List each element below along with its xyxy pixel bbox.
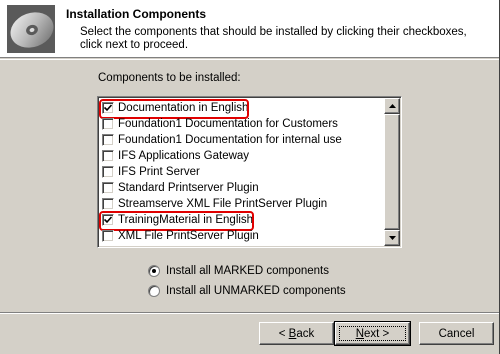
page-description: Select the components that should be ins… xyxy=(80,26,467,51)
component-checkbox[interactable] xyxy=(102,150,114,162)
footer-divider xyxy=(0,312,500,314)
next-button[interactable]: Next > xyxy=(334,321,411,346)
radio-install-unmarked[interactable]: Install all UNMARKED components xyxy=(148,285,346,297)
component-checkbox[interactable] xyxy=(102,198,114,210)
component-label: Streamserve XML File PrintServer Plugin xyxy=(118,198,328,210)
component-item[interactable]: Documentation in English xyxy=(99,99,384,119)
radio-button[interactable] xyxy=(148,285,160,297)
radio-dot xyxy=(152,269,156,273)
component-label: IFS Print Server xyxy=(118,166,200,178)
cd-disc-icon xyxy=(6,4,56,54)
component-item[interactable]: Foundation1 Documentation for internal u… xyxy=(102,132,384,148)
arrow-down-icon xyxy=(388,236,396,240)
focus-rect xyxy=(339,326,406,341)
radio-label: Install all MARKED components xyxy=(166,265,329,277)
component-item[interactable]: Standard Printserver Plugin xyxy=(102,180,384,196)
scroll-down-button[interactable] xyxy=(384,230,400,246)
radio-button[interactable] xyxy=(148,265,160,277)
component-item[interactable]: IFS Applications Gateway xyxy=(102,148,384,164)
arrow-up-icon xyxy=(388,104,396,108)
component-checkbox[interactable] xyxy=(102,118,114,130)
back-prefix: < xyxy=(278,327,289,340)
components-label: Components to be installed: xyxy=(98,72,241,84)
component-label: XML File PrintServer Plugin xyxy=(118,230,259,242)
component-label: Standard Printserver Plugin xyxy=(118,182,259,194)
scroll-thumb[interactable] xyxy=(384,114,400,230)
radio-label: Install all UNMARKED components xyxy=(166,285,346,297)
cancel-label: Cancel xyxy=(438,327,475,340)
back-button[interactable]: < Back xyxy=(259,322,334,345)
header-divider xyxy=(0,59,500,60)
component-checkbox[interactable] xyxy=(102,134,114,146)
vertical-scrollbar[interactable] xyxy=(384,98,400,246)
component-item[interactable]: TrainingMaterial in English xyxy=(99,211,384,231)
back-label: ack xyxy=(296,327,315,340)
component-label: Foundation1 Documentation for Customers xyxy=(118,118,338,130)
scroll-up-button[interactable] xyxy=(384,98,400,114)
component-item[interactable]: XML File PrintServer Plugin xyxy=(102,228,384,244)
wizard-header: Installation Components Select the compo… xyxy=(0,0,500,58)
cancel-button[interactable]: Cancel xyxy=(419,322,494,345)
components-listbox[interactable]: Documentation in English Foundation1 Docu… xyxy=(97,96,402,248)
components-list: Documentation in English Foundation1 Docu… xyxy=(99,99,384,244)
back-mnemonic: B xyxy=(288,327,297,340)
component-checkbox[interactable] xyxy=(102,166,114,178)
component-item[interactable]: IFS Print Server xyxy=(102,164,384,180)
component-checkbox[interactable] xyxy=(102,230,114,242)
component-label: Foundation1 Documentation for internal u… xyxy=(118,134,342,146)
radio-install-marked[interactable]: Install all MARKED components xyxy=(148,265,329,277)
component-label: IFS Applications Gateway xyxy=(118,150,250,162)
component-item[interactable]: Foundation1 Documentation for Customers xyxy=(102,116,384,132)
component-checkbox[interactable] xyxy=(102,182,114,194)
page-title: Installation Components xyxy=(66,7,207,21)
component-item[interactable]: Streamserve XML File PrintServer Plugin xyxy=(102,196,384,212)
